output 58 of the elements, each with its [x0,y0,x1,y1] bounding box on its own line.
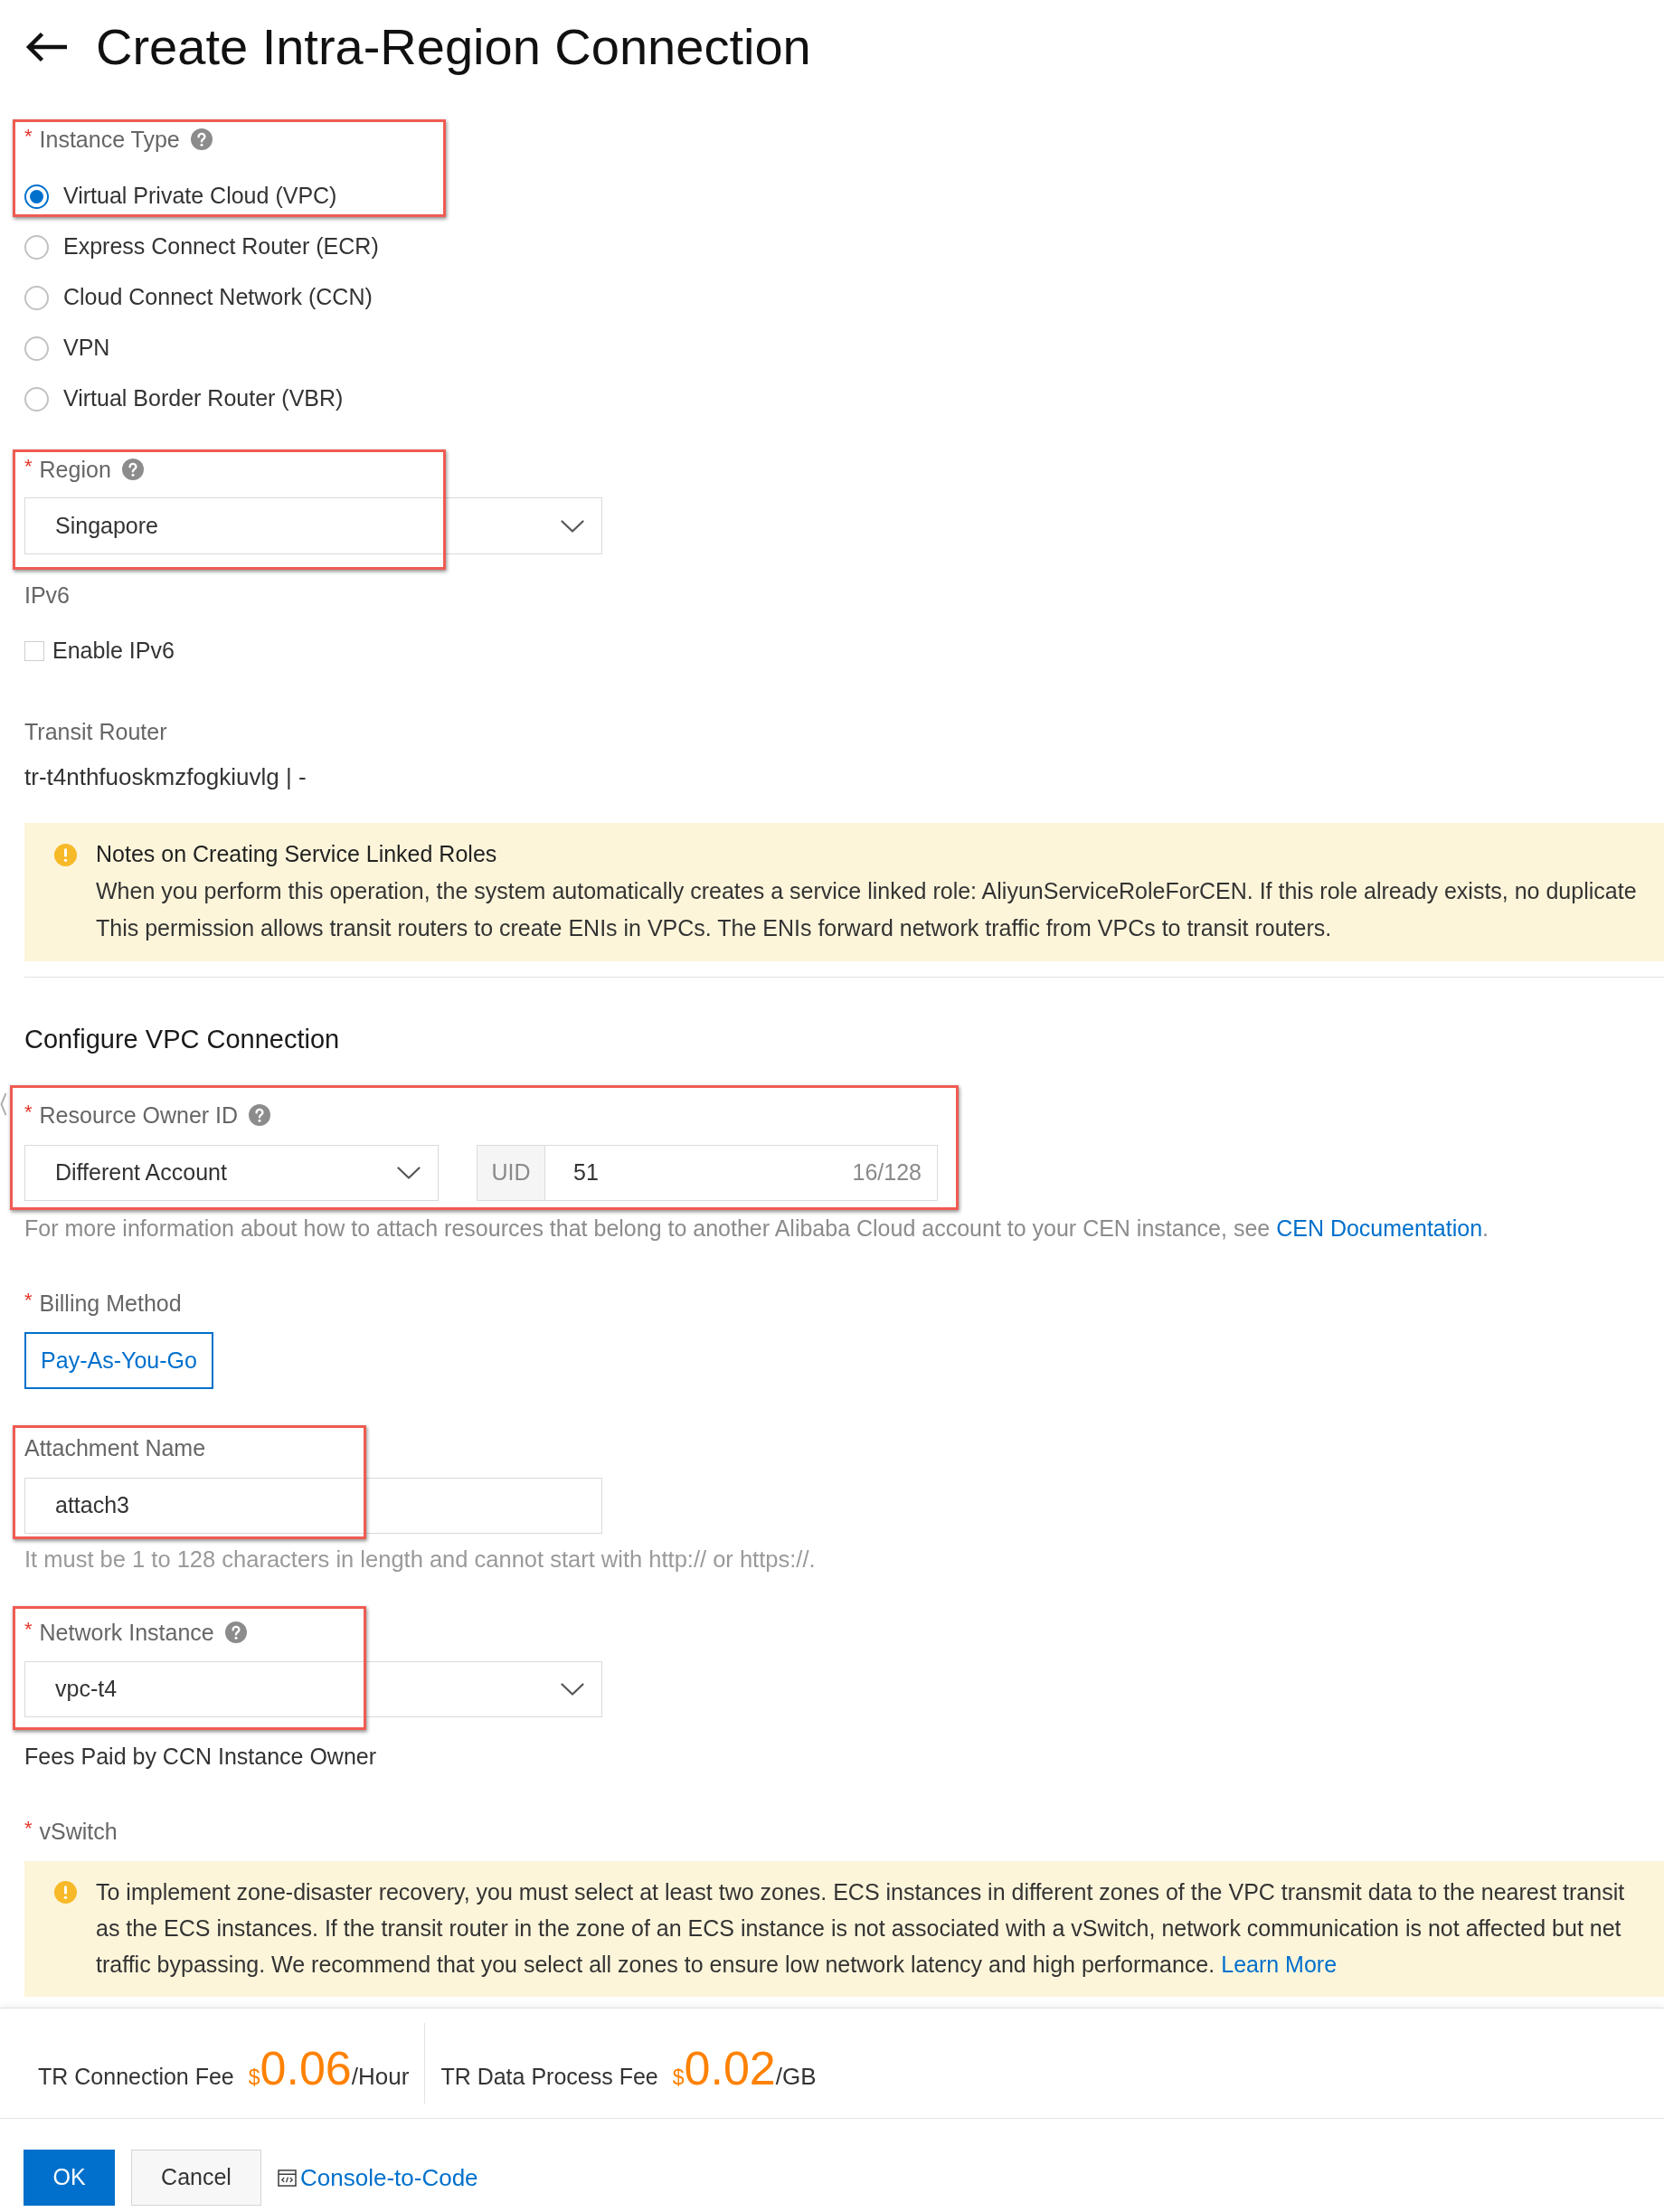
radio-option[interactable]: Express Connect Router (ECR) [24,230,379,264]
code-window-icon [278,2169,297,2187]
account-type-select[interactable]: Different Account [24,1145,439,1201]
warning-icon [54,843,77,866]
radio-option[interactable]: Virtual Private Cloud (VPC) [24,179,337,213]
field-label: Billing Method [39,1291,182,1315]
help-icon[interactable] [190,128,213,150]
required-mark: * [24,457,33,477]
checkbox-option[interactable]: Enable IPv6 [24,634,175,668]
side-handle-icon[interactable] [0,1091,7,1118]
required-mark: * [24,1102,33,1122]
help-text: For more information about how to attach resources that belong to another Alibaba Cloud account to your CEN instance, see CEN Documentation. [24,1215,1489,1243]
ok-button[interactable]: OK [24,2150,115,2206]
required-mark: * [24,127,33,147]
field-label: Resource Owner ID [39,1103,239,1127]
fee-price: $0.06/Hour [248,2045,410,2094]
field-label: vSwitch [39,1820,118,1843]
back-arrow-icon[interactable] [24,32,68,62]
required-mark: * [24,1819,33,1839]
field-label: Region [39,458,111,481]
field-label: Attachment Name [24,1436,206,1460]
billing-option[interactable]: Pay-As-You-Go [24,1332,213,1389]
learn-more-link[interactable]: Learn More [1221,1952,1338,1977]
char-counter: 16/128 [852,1158,922,1187]
field-label: Network Instance [39,1621,214,1644]
attachment-name-input[interactable]: attach3 [24,1478,602,1534]
radio-option[interactable]: Virtual Border Router (VBR) [24,382,344,416]
region-select[interactable]: Singapore [24,497,602,554]
help-icon[interactable] [249,1104,271,1126]
fee-price: $0.02/GB [672,2045,817,2094]
console-to-code-link[interactable]: Console-to-Code [278,2160,478,2196]
chevron-down-icon [397,1167,421,1179]
documentation-link[interactable]: CEN Documentation [1276,1215,1483,1242]
cancel-button[interactable]: Cancel [131,2150,261,2206]
help-icon[interactable] [121,458,144,480]
radio-option[interactable]: Cloud Connect Network (CCN) [24,280,373,315]
section-heading: Configure VPC Connection [24,1024,340,1056]
help-icon[interactable] [224,1621,247,1643]
field-label: Instance Type [39,128,180,151]
required-mark: * [24,1620,33,1640]
fee-label: TR Data Process Fee [440,2063,658,2091]
uid-input[interactable]: 51 16/128 [545,1145,938,1201]
notice-title: Notes on Creating Service Linked Roles [96,840,497,869]
field-label: IPv6 [24,583,71,607]
chevron-down-icon [561,1683,584,1696]
uid-addon: UID [477,1145,545,1201]
hint-text: It must be 1 to 128 characters in length and cannot start with http:// or https://. [24,1545,816,1574]
chevron-down-icon [561,519,584,533]
fee-note: Fees Paid by CCN Instance Owner [24,1743,377,1772]
required-mark: * [24,1290,33,1310]
notice-text: To implement zone-disaster recovery, you must select at least two zones. ECS instances in different zones of the VPC transmit data to the nearest transit as the ECS instances. If the transit router in the zone of an ECS instance is not associated with a vSwitch, network communication is not affected but net traffic bypassing. We recommend that you select all zones to ensure low network latency and high performance. Learn More [96,1878,1625,1979]
fee-label: TR Connection Fee [38,2063,234,2091]
warning-icon [54,1880,77,1904]
transit-router-value: tr-t4nthfuoskmzfogkiuvlg | - [24,761,307,792]
notice-text: When you perform this operation, the system automatically creates a service linked role: AliyunServiceRoleForCEN. If this role already exists, no duplicate This permission allows transit routers to create ENIs in VPCs. The ENIs forward network traffic from VPCs to transit routers. [96,877,1637,942]
radio-option[interactable]: VPN [24,331,110,365]
field-label: Transit Router [24,720,167,743]
network-instance-select[interactable]: vpc-t4 [24,1661,602,1717]
